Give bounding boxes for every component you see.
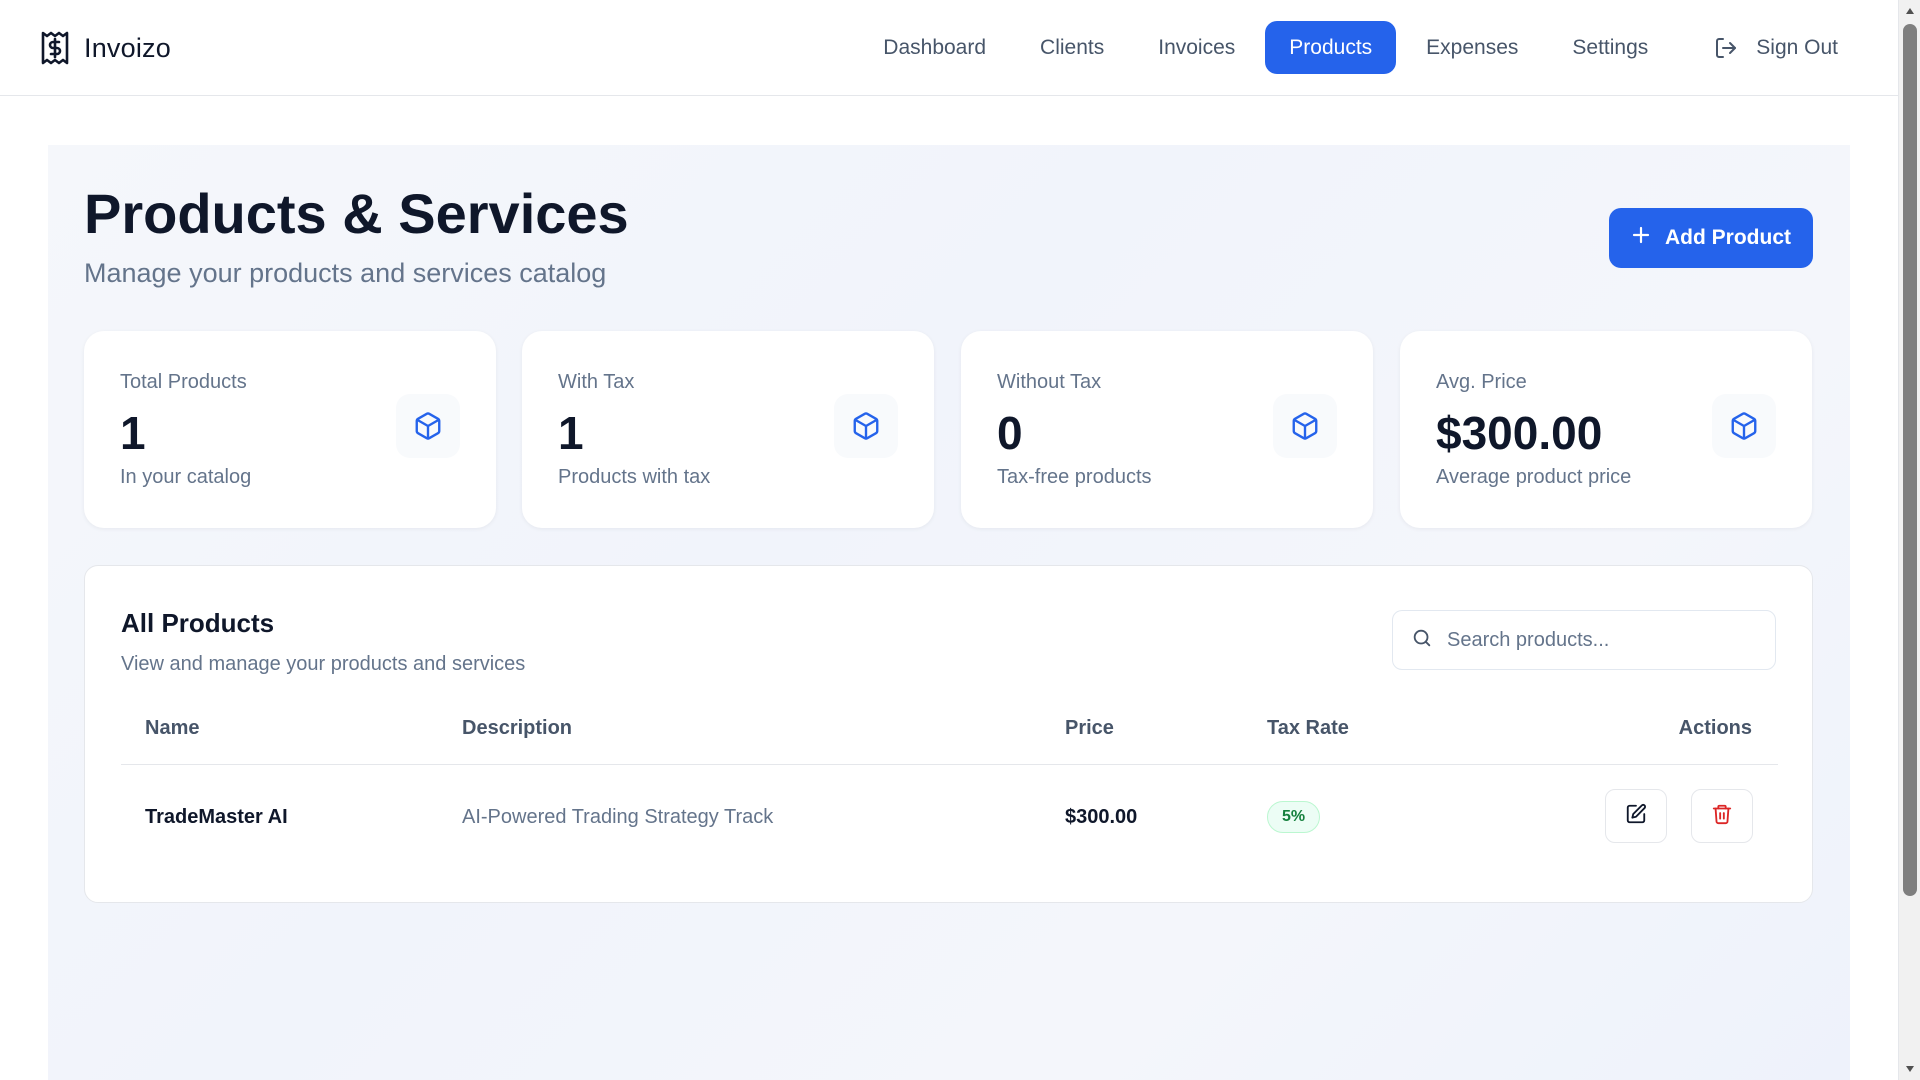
edit-icon [1625, 803, 1647, 830]
package-icon [834, 394, 898, 458]
nav-item-invoices[interactable]: Invoices [1134, 21, 1259, 74]
stat-subtext: In your catalog [120, 466, 252, 488]
nav-item-clients[interactable]: Clients [1016, 21, 1128, 74]
column-header-actions: Actions [1678, 717, 1752, 739]
edit-product-button[interactable] [1605, 789, 1667, 843]
stat-value: 1 [120, 407, 146, 459]
invoice-dollar-icon [40, 30, 70, 66]
stat-label: Without Tax [997, 371, 1102, 393]
scrollbar-thumb[interactable] [1903, 24, 1917, 896]
scrollbar[interactable] [1898, 0, 1920, 1080]
log-out-icon [1714, 36, 1738, 60]
sign-out-label: Sign Out [1756, 35, 1838, 59]
brand[interactable]: Invoizo [40, 30, 171, 66]
column-header-description[interactable]: Description [462, 717, 572, 740]
nav-item-settings[interactable]: Settings [1548, 21, 1672, 74]
panel-title: All Products [121, 608, 275, 638]
trash-icon [1711, 803, 1733, 830]
panel-subtitle: View and manage your products and servic… [121, 653, 526, 675]
column-header-tax-rate[interactable]: Tax Rate [1267, 717, 1349, 740]
nav-item-expenses[interactable]: Expenses [1402, 21, 1542, 74]
stat-value: $300.00 [1436, 407, 1603, 459]
package-icon [396, 394, 460, 458]
product-description: AI-Powered Trading Strategy Track [462, 806, 774, 828]
page: Invoizo Dashboard Clients Invoices Produ… [0, 0, 1920, 1080]
stat-card-total-products: Total Products 1 In your catalog [84, 331, 496, 528]
search-input[interactable] [1447, 628, 1747, 652]
table-divider [121, 764, 1778, 765]
stat-label: Total Products [120, 371, 247, 393]
scroll-up-arrow-icon[interactable] [1899, 2, 1920, 20]
stat-card-with-tax: With Tax 1 Products with tax [522, 331, 934, 528]
sign-out-button[interactable]: Sign Out [1686, 21, 1840, 74]
stat-subtext: Tax-free products [997, 466, 1152, 488]
stat-label: Avg. Price [1436, 371, 1527, 393]
top-navbar: Invoizo Dashboard Clients Invoices Produ… [0, 0, 1898, 96]
package-icon [1712, 394, 1776, 458]
search-icon [1411, 627, 1433, 654]
stat-value: 0 [997, 407, 1023, 459]
main-content: Products & Services Manage your products… [48, 145, 1850, 1080]
nav-item-products[interactable]: Products [1265, 21, 1397, 74]
package-icon [1273, 394, 1337, 458]
stat-label: With Tax [558, 371, 635, 393]
nav-item-dashboard[interactable]: Dashboard [859, 21, 1010, 74]
search-box[interactable] [1392, 610, 1776, 670]
tax-rate-badge: 5% [1267, 801, 1321, 833]
stat-subtext: Average product price [1436, 466, 1632, 488]
stat-value: 1 [558, 407, 584, 459]
scroll-down-arrow-icon[interactable] [1899, 1060, 1920, 1078]
add-product-label: Add Product [1665, 226, 1791, 249]
page-subtitle: Manage your products and services catalo… [84, 258, 607, 288]
product-price: $300.00 [1065, 806, 1138, 828]
add-product-button[interactable]: Add Product [1609, 208, 1813, 268]
products-panel: All Products View and manage your produc… [84, 565, 1813, 903]
stat-card-avg-price: Avg. Price $300.00 Average product price [1400, 331, 1812, 528]
main-nav: Dashboard Clients Invoices Products Expe… [853, 21, 1840, 74]
app-name: Invoizo [84, 32, 171, 63]
column-header-name[interactable]: Name [145, 717, 199, 740]
stat-subtext: Products with tax [558, 466, 711, 488]
column-header-price[interactable]: Price [1065, 717, 1114, 740]
product-name: TradeMaster AI [145, 806, 288, 828]
stat-card-without-tax: Without Tax 0 Tax-free products [961, 331, 1373, 528]
page-title: Products & Services [84, 182, 629, 245]
plus-icon [1631, 225, 1651, 251]
delete-product-button[interactable] [1691, 789, 1753, 843]
